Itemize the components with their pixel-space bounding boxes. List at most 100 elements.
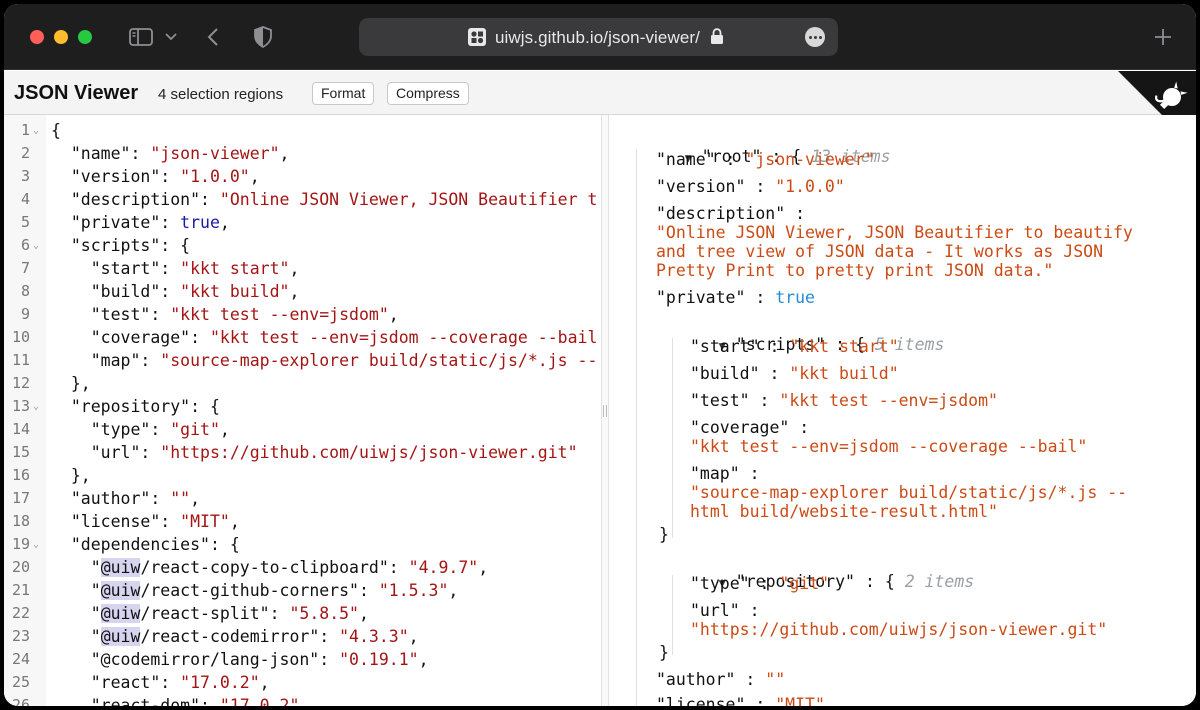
code-line[interactable]: 20 "@uiw/react-copy-to-clipboard": "4.9.… (4, 556, 601, 579)
code-line[interactable]: 26 "react-dom": "17.0.2", (4, 694, 601, 706)
minimize-window-button[interactable] (54, 30, 68, 44)
chevron-down-icon[interactable] (164, 24, 178, 50)
fold-chevron-icon[interactable]: ⌄ (33, 533, 39, 556)
lock-icon (710, 28, 724, 45)
split-handle[interactable] (601, 115, 609, 706)
tree-entry-version[interactable]: "version" : "1.0.0" (656, 177, 845, 197)
shield-icon[interactable] (252, 24, 274, 50)
tree-colon: : (755, 695, 766, 706)
code-line[interactable]: 17 "author": "", (4, 487, 601, 510)
line-number: 14 (11, 420, 30, 438)
code-line[interactable]: 16 }, (4, 464, 601, 487)
code-line[interactable]: 15 "url": "https://github.com/uiwjs/json… (4, 441, 601, 464)
code-line[interactable]: 5 "private": true, (4, 211, 601, 234)
code-text: "react": "17.0.2", (90, 673, 270, 692)
code-line[interactable]: 18 "license": "MIT", (4, 510, 601, 533)
tree-entry-build[interactable]: "build" : "kkt build" (690, 364, 899, 384)
tree-entry-author[interactable]: "author" : "" (656, 670, 785, 690)
line-number: 22 (11, 604, 30, 622)
tree-colon: : (749, 601, 760, 620)
tree-colon: : (769, 337, 780, 356)
code-line[interactable]: 14 "type": "git", (4, 418, 601, 441)
tree-value-url: "https://github.com/uiwjs/json-viewer.gi… (690, 620, 1108, 639)
code-line[interactable]: 8 "build": "kkt build", (4, 280, 601, 303)
selection-regions-status: 4 selection regions (158, 86, 284, 103)
code-line[interactable]: 7 "start": "kkt start", (4, 257, 601, 280)
code-line[interactable]: 24 "@codemirror/lang-json": "0.19.1", (4, 648, 601, 671)
back-icon[interactable] (204, 24, 222, 50)
code-text: "start": "kkt start", (90, 259, 300, 278)
code-line[interactable]: 3 "version": "1.0.0", (4, 165, 601, 188)
code-line[interactable]: 9 "test": "kkt test --env=jsdom", (4, 303, 601, 326)
tree-close-brace: } (659, 643, 669, 662)
line-number: 26 (11, 696, 30, 706)
tree-entry-url[interactable]: "url" : (690, 601, 760, 621)
code-line[interactable]: 13 ⌄ "repository": { (4, 395, 601, 418)
plus-icon[interactable] (1152, 24, 1174, 50)
zoom-window-button[interactable] (78, 30, 92, 44)
tree-colon: : (755, 288, 766, 307)
tree-key: "test" (690, 391, 750, 410)
tree-brace: { (884, 572, 895, 591)
line-number: 20 (11, 558, 30, 576)
code-line[interactable]: 23 "@uiw/react-codemirror": "4.3.3", (4, 625, 601, 648)
tree-key: "type" (690, 574, 750, 593)
format-button[interactable]: Format (312, 82, 375, 105)
code-line[interactable]: 10 "coverage": "kkt test --env=jsdom --c… (4, 326, 601, 349)
tree-entry-description[interactable]: "description" : (656, 204, 805, 224)
code-text: "@uiw/react-copy-to-clipboard": "4.9.7", (90, 558, 489, 577)
sidebar-icon[interactable] (128, 24, 154, 50)
tree-entry-license[interactable]: "license" : "MIT" (656, 695, 825, 706)
tree-value-description-line: Pretty Print to pretty print JSON data." (656, 261, 1054, 280)
tree-close-brace: } (659, 525, 669, 544)
tree-value-description-line: and tree view of JSON data - It works as… (656, 242, 1104, 261)
tree-colon: : (755, 177, 766, 196)
line-number: 15 (11, 443, 30, 461)
code-line[interactable]: 2 "name": "json-viewer", (4, 142, 601, 165)
tree-entry-type[interactable]: "type" : "git" (690, 574, 829, 594)
code-line[interactable]: 1 ⌄ { (4, 119, 601, 142)
fold-chevron-icon[interactable]: ⌄ (33, 395, 39, 418)
line-number: 25 (11, 673, 30, 691)
tree-entry-coverage[interactable]: "coverage" : (690, 418, 809, 438)
code-line[interactable]: 11 "map": "source-map-explorer build/sta… (4, 349, 601, 372)
tree-entry-test[interactable]: "test" : "kkt test --env=jsdom" (690, 391, 998, 411)
close-window-button[interactable] (30, 30, 44, 44)
tree-entry-start[interactable]: "start" : "kkt start" (690, 337, 899, 357)
fold-chevron-icon[interactable]: ⌄ (33, 234, 39, 257)
fold-chevron-icon[interactable]: ⌄ (33, 119, 39, 142)
page-title: JSON Viewer (14, 82, 139, 104)
line-number: 18 (11, 512, 30, 530)
tree-entry-private[interactable]: "private" : true (656, 288, 815, 308)
code-text: "name": "json-viewer", (70, 144, 290, 163)
split-grip-icon (603, 405, 607, 417)
code-line[interactable]: 4 "description": "Online JSON Viewer, JS… (4, 188, 601, 211)
code-line[interactable]: 12 }, (4, 372, 601, 395)
app-toolbar: JSON Viewer 4 selection regions Format C… (4, 71, 1196, 115)
json-code-editor[interactable]: 1 ⌄{2 "name": "json-viewer", 3 "version": … (4, 115, 601, 706)
code-line[interactable]: 25 "react": "17.0.2", (4, 671, 601, 694)
line-number: 19 (11, 535, 30, 553)
more-icon[interactable] (805, 27, 825, 47)
code-text: "version": "1.0.0", (70, 167, 260, 186)
code-text: }, (51, 374, 91, 393)
tree-value-description-line: "Online JSON Viewer, JSON Beautifier to … (656, 223, 1133, 242)
line-number: 3 (20, 167, 30, 185)
tree-entry-name[interactable]: "name" : "json-viewer" (656, 150, 875, 170)
tree-entry-map[interactable]: "map" : (690, 464, 760, 484)
code-line[interactable]: 6 ⌄ "scripts": { (4, 234, 601, 257)
tree-key: "version" (656, 177, 746, 196)
tree-colon: : (749, 464, 760, 483)
compress-button[interactable]: Compress (387, 82, 469, 105)
code-line[interactable]: 22 "@uiw/react-split": "5.8.5", (4, 602, 601, 625)
address-bar[interactable]: uiwjs.github.io/json-viewer/ (359, 18, 838, 56)
code-line[interactable]: 19 ⌄ "dependencies": { (4, 533, 601, 556)
code-text: }, (51, 466, 91, 485)
tree-colon: : (725, 150, 736, 169)
tree-value: "git" (779, 574, 830, 593)
line-number: 10 (11, 328, 30, 346)
code-text: "test": "kkt test --env=jsdom", (90, 305, 399, 324)
code-text: "@uiw/react-codemirror": "4.3.3", (90, 627, 419, 646)
line-number: 2 (20, 144, 30, 162)
code-line[interactable]: 21 "@uiw/react-github-corners": "1.5.3", (4, 579, 601, 602)
